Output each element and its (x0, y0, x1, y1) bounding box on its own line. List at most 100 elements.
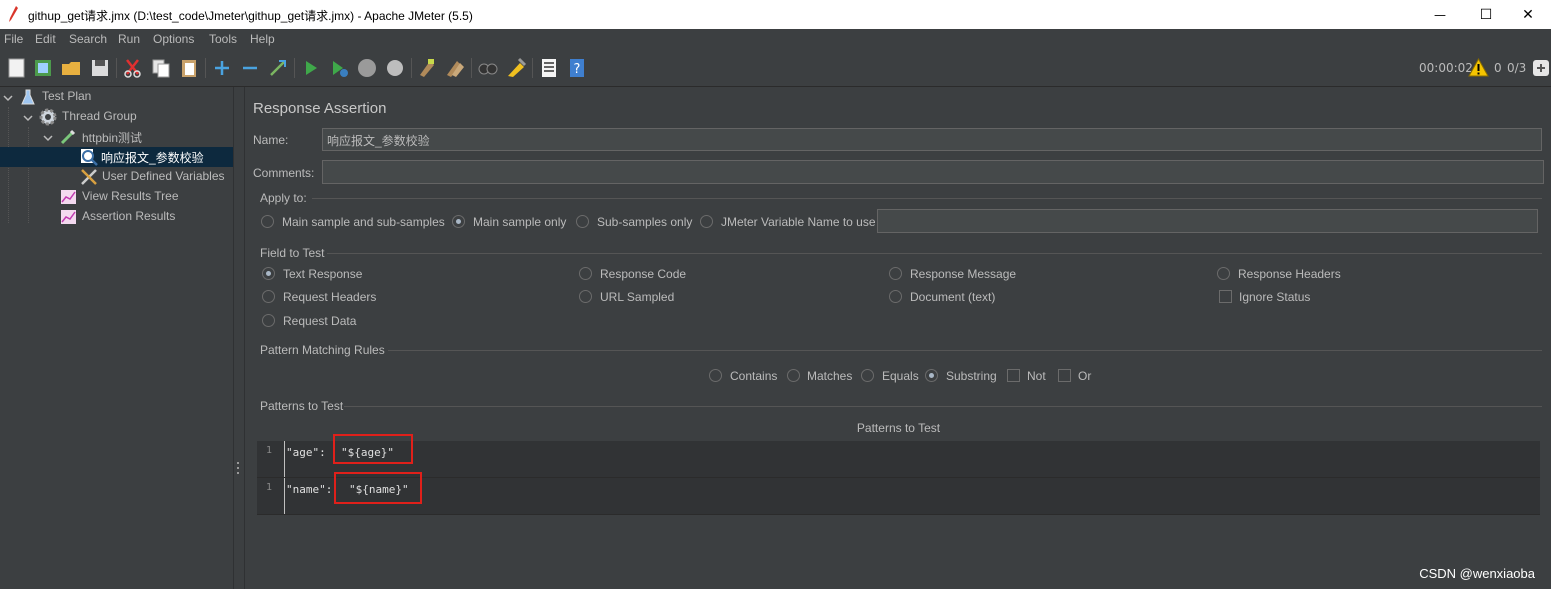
radio-request-headers[interactable] (262, 290, 275, 303)
log-toggle-icon[interactable] (1532, 59, 1550, 77)
expand-all-icon[interactable] (211, 57, 233, 79)
radio-response-code[interactable] (579, 267, 592, 280)
tree-item-view-results-tree[interactable]: View Results Tree (0, 187, 233, 207)
comments-field[interactable] (322, 160, 1544, 184)
maximize-button[interactable]: ☐ (1463, 0, 1509, 29)
radio-response-message[interactable] (889, 267, 902, 280)
close-icon: ✕ (1522, 6, 1534, 23)
radio-response-message-label: Response Message (910, 267, 1017, 281)
copy-icon[interactable] (150, 57, 172, 79)
tree-item-thread-group[interactable]: Thread Group (0, 107, 233, 127)
svg-text:?: ? (574, 62, 581, 77)
toggle-icon[interactable] (267, 57, 289, 79)
function-helper-icon[interactable] (538, 57, 560, 79)
menu-tools[interactable]: Tools (209, 32, 237, 46)
split-pane-divider[interactable] (233, 87, 245, 589)
radio-equals[interactable] (861, 369, 874, 382)
radio-substring-label: Substring (946, 369, 997, 383)
menu-search[interactable]: Search (69, 32, 107, 46)
elapsed-time: 00:00:02 (1419, 61, 1473, 75)
radio-url-sampled[interactable] (579, 290, 592, 303)
tree-item-httpbin[interactable]: httpbin测试 (0, 127, 233, 147)
collapse-all-icon[interactable] (239, 57, 261, 79)
clear-icon[interactable] (416, 57, 438, 79)
start-no-pause-icon[interactable] (328, 57, 350, 79)
warning-icon[interactable] (1468, 58, 1489, 77)
cut-icon[interactable] (122, 57, 144, 79)
pattern-key: "age": (286, 446, 333, 459)
name-label: Name: (253, 133, 289, 147)
radio-url-sampled-label: URL Sampled (600, 290, 675, 304)
search-icon[interactable] (477, 57, 499, 79)
gear-icon (39, 108, 57, 126)
radio-response-code-label: Response Code (600, 267, 687, 281)
name-field[interactable]: 响应报文_参数校验 (322, 128, 1542, 151)
field-to-test-title: Field to Test (260, 246, 325, 260)
patterns-table: Patterns to Test 1 "age": "${age}" 1 "na… (257, 415, 1540, 515)
table-row[interactable]: 1 "name": "${name}" (257, 478, 1540, 515)
templates-icon[interactable] (32, 57, 54, 79)
radio-substring[interactable] (925, 369, 938, 382)
menu-file[interactable]: File (4, 32, 23, 46)
radio-sub-only[interactable] (576, 215, 589, 228)
radio-request-data-label: Request Data (283, 314, 357, 328)
radio-main-and-sub[interactable] (261, 215, 274, 228)
line-number: 1 (257, 441, 285, 477)
reset-search-icon[interactable] (505, 57, 527, 79)
jmeter-variable-input[interactable] (877, 209, 1538, 233)
save-icon[interactable] (89, 57, 111, 79)
radio-jmeter-variable-label: JMeter Variable Name to use (721, 215, 876, 229)
open-icon[interactable] (60, 57, 82, 79)
tree-item-user-defined-variables[interactable]: User Defined Variables (0, 167, 233, 187)
radio-document-text[interactable] (889, 290, 902, 303)
radio-response-headers[interactable] (1217, 267, 1230, 280)
radio-main-and-sub-label: Main sample and sub-samples (282, 215, 445, 229)
close-button[interactable]: ✕ (1505, 0, 1551, 29)
radio-matches[interactable] (787, 369, 800, 382)
stop-icon[interactable] (356, 57, 378, 79)
menu-help[interactable]: Help (250, 32, 275, 46)
pipette-icon (60, 129, 76, 145)
help-icon[interactable]: ? (566, 57, 588, 79)
radio-request-data[interactable] (262, 314, 275, 327)
menu-run[interactable]: Run (118, 32, 140, 46)
tree-item-response-assertion[interactable]: 响应报文_参数校验 (0, 147, 233, 167)
tree-item-assertion-results[interactable]: Assertion Results (0, 207, 233, 227)
not-checkbox[interactable] (1007, 369, 1020, 382)
magnifier-icon (81, 149, 98, 166)
paste-icon[interactable] (178, 57, 200, 79)
table-row[interactable]: 1 "age": "${age}" (257, 441, 1540, 478)
radio-sub-only-label: Sub-samples only (597, 215, 693, 229)
jmeter-feather-icon (9, 6, 18, 22)
line-number: 1 (257, 478, 285, 514)
tools-icon (81, 169, 97, 185)
new-icon[interactable] (6, 57, 28, 79)
not-label: Not (1027, 369, 1046, 383)
radio-contains[interactable] (709, 369, 722, 382)
patterns-column-header[interactable]: Patterns to Test (257, 415, 1540, 442)
highlight-box (334, 472, 422, 504)
test-plan-tree: Test Plan Thread Group httpbin测试 响应报文_参数… (0, 87, 233, 589)
or-checkbox[interactable] (1058, 369, 1071, 382)
patterns-title: Patterns to Test (260, 399, 344, 413)
window-title: githup_get请求.jmx (D:\test_code\Jmeter\gi… (28, 9, 473, 23)
start-icon[interactable] (300, 57, 322, 79)
minimize-icon: — (1434, 7, 1446, 22)
radio-equals-label: Equals (882, 369, 919, 383)
minimize-button[interactable]: — (1417, 0, 1463, 29)
clear-all-icon[interactable] (444, 57, 466, 79)
graph-icon (61, 210, 76, 224)
radio-request-headers-label: Request Headers (283, 290, 377, 304)
ignore-status-checkbox[interactable] (1219, 290, 1232, 303)
shutdown-icon[interactable] (384, 57, 406, 79)
radio-jmeter-variable[interactable] (700, 215, 713, 228)
active-threads: 0/3 (1507, 61, 1527, 75)
menu-edit[interactable]: Edit (35, 32, 56, 46)
menu-options[interactable]: Options (153, 32, 194, 46)
tree-item-test-plan[interactable]: Test Plan (0, 87, 233, 107)
radio-document-text-label: Document (text) (910, 290, 996, 304)
radio-text-response[interactable] (262, 267, 275, 280)
or-label: Or (1078, 369, 1092, 383)
pattern-rules-title: Pattern Matching Rules (260, 343, 385, 357)
radio-main-only[interactable] (452, 215, 465, 228)
